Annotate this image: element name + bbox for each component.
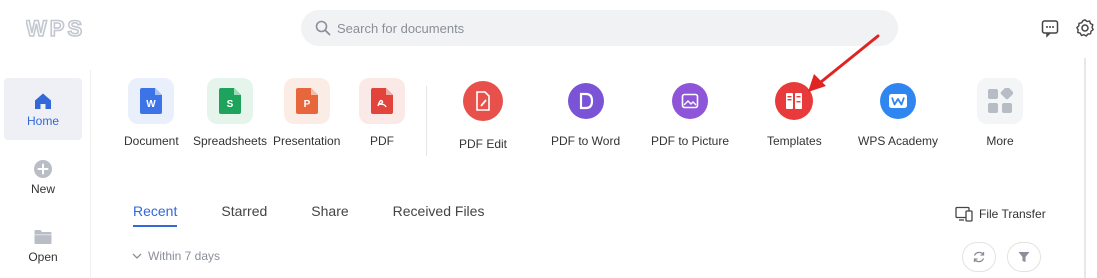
- refresh-button[interactable]: [962, 242, 996, 272]
- tab-share[interactable]: Share: [311, 203, 348, 227]
- filter-funnel-icon: [1018, 252, 1030, 262]
- pdf-to-picture-icon: [667, 78, 714, 124]
- app-pdf[interactable]: PDF: [359, 78, 405, 148]
- pdf-edit-icon: [460, 78, 506, 124]
- annotation-arrow-icon: [808, 34, 880, 92]
- time-filter-dropdown[interactable]: Within 7 days: [132, 249, 220, 263]
- presentation-doc-icon: P: [283, 78, 330, 124]
- time-filter-label: Within 7 days: [148, 249, 221, 263]
- app-label: PDF Edit: [459, 137, 508, 151]
- app-document[interactable]: W Document: [124, 78, 179, 148]
- svg-text:S: S: [227, 99, 234, 110]
- search-input[interactable]: [337, 20, 837, 36]
- app-label: Templates: [767, 134, 822, 148]
- svg-text:W: W: [147, 99, 157, 110]
- plus-circle-icon: [34, 159, 52, 178]
- app-label: PDF: [370, 134, 394, 148]
- file-transfer-button[interactable]: File Transfer: [955, 206, 1046, 222]
- sidebar-item-label: New: [30, 181, 55, 196]
- more-grid-icon: [977, 78, 1023, 124]
- sidebar-item-label: Home: [26, 113, 59, 128]
- app-pdf-to-word[interactable]: PDF to Word: [551, 78, 620, 148]
- tab-received-files[interactable]: Received Files: [393, 203, 485, 227]
- feedback-icon[interactable]: [1040, 18, 1060, 38]
- app-label: Presentation: [273, 134, 341, 148]
- logo-text: WPS: [26, 16, 85, 40]
- spreadsheet-doc-icon: S: [207, 78, 254, 124]
- folder-icon: [34, 229, 52, 244]
- filter-button[interactable]: [1007, 242, 1041, 272]
- tab-starred[interactable]: Starred: [221, 203, 267, 227]
- sidebar-item-home[interactable]: Home: [4, 78, 82, 140]
- wps-logo: WPS: [26, 16, 85, 40]
- app-presentation[interactable]: P Presentation: [273, 78, 340, 148]
- app-label: PDF to Word: [551, 134, 621, 148]
- home-icon: [35, 93, 51, 109]
- app-label: WPS Academy: [858, 134, 939, 148]
- sidebar-item-new[interactable]: New: [4, 146, 82, 208]
- pdf-to-word-icon: [562, 78, 609, 124]
- svg-text:P: P: [303, 99, 310, 110]
- app-label: PDF to Picture: [651, 134, 730, 148]
- file-transfer-label: File Transfer: [979, 207, 1046, 221]
- app-label: Document: [124, 134, 179, 148]
- settings-gear-icon[interactable]: [1075, 18, 1095, 38]
- tab-recent[interactable]: Recent: [133, 203, 178, 227]
- app-more[interactable]: More: [977, 78, 1023, 148]
- sidebar-divider: [90, 70, 91, 278]
- writer-doc-icon: W: [128, 78, 175, 124]
- search-icon: [315, 20, 331, 36]
- app-pdf-to-picture[interactable]: PDF to Picture: [651, 78, 729, 148]
- recent-tabs: Recent Starred Share Received Files: [133, 203, 528, 227]
- scrollbar[interactable]: [1084, 58, 1086, 278]
- refresh-icon: [973, 251, 985, 263]
- app-label: More: [986, 134, 1014, 148]
- apps-divider: [426, 86, 427, 156]
- sidebar-item-open[interactable]: Open: [4, 214, 82, 276]
- file-transfer-icon: [955, 206, 973, 222]
- sidebar: Home New Open: [0, 70, 90, 278]
- app-label: Spreadsheets: [193, 134, 268, 148]
- app-pdf-edit[interactable]: PDF Edit: [459, 78, 507, 151]
- sidebar-item-label: Open: [28, 249, 58, 264]
- app-spreadsheets[interactable]: S Spreadsheets: [193, 78, 267, 148]
- pdf-doc-icon: [359, 78, 405, 124]
- chevron-down-icon: [132, 253, 142, 259]
